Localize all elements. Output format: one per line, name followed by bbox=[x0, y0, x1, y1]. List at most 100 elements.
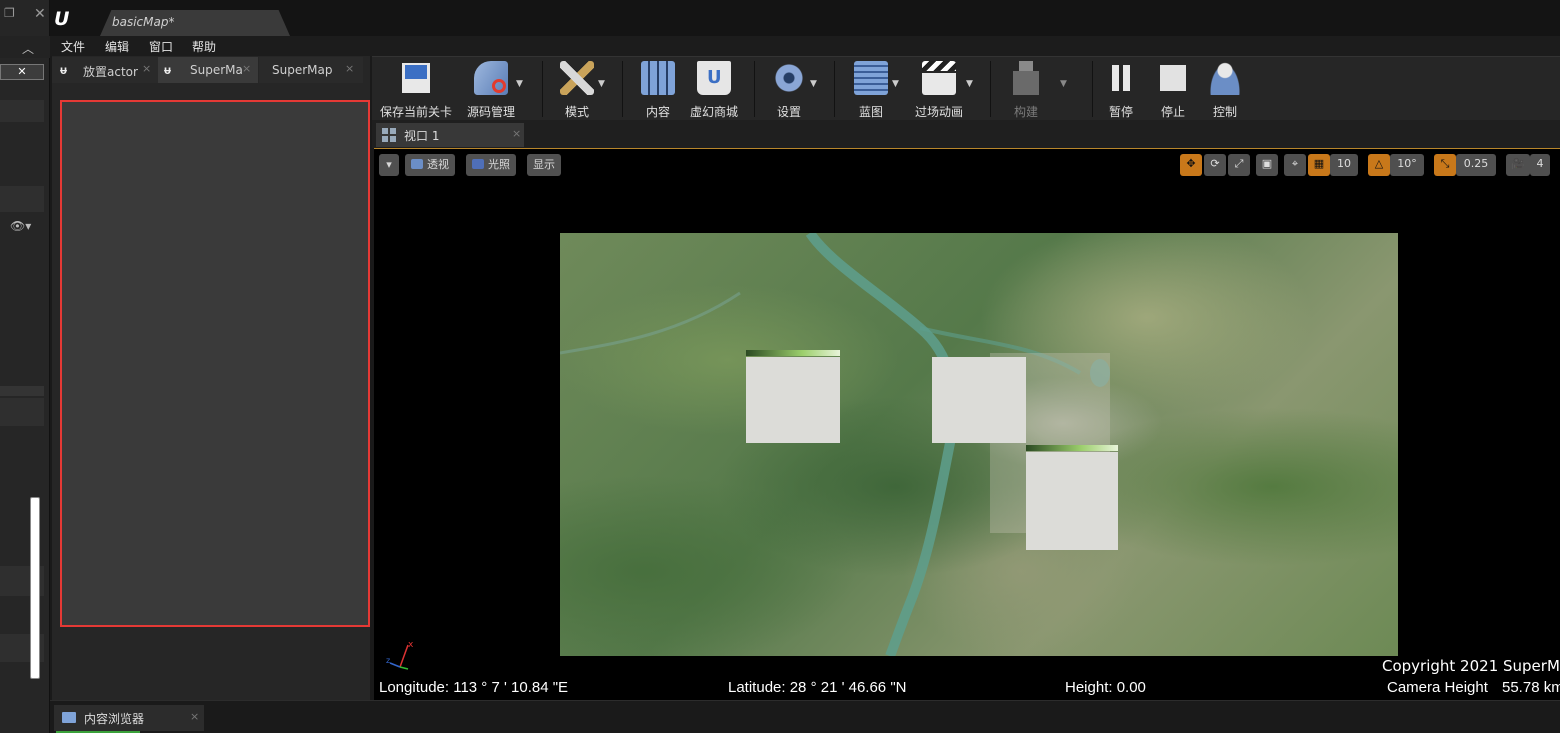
river-overlay bbox=[560, 233, 1110, 656]
toolbar-label: 设置 bbox=[776, 105, 801, 119]
strip-band bbox=[0, 186, 44, 212]
grid-snap-icon[interactable]: ▦ bbox=[1308, 154, 1330, 176]
scrollbar[interactable] bbox=[30, 497, 40, 679]
tab-viewport-1[interactable]: 视口 1 × bbox=[376, 123, 524, 147]
perspective-icon bbox=[411, 159, 423, 169]
possess-icon bbox=[1208, 61, 1242, 95]
place-actor-icon: ᵾ bbox=[60, 63, 67, 77]
toolbar-separator bbox=[622, 61, 623, 117]
title-bar: U basicMap* bbox=[50, 0, 1560, 36]
bottom-dock: 内容浏览器 × bbox=[50, 700, 1560, 733]
axis-x-label: x bbox=[408, 640, 414, 650]
tile-loading-strip bbox=[746, 350, 840, 356]
translate-mode-icon[interactable]: ✥ bbox=[1180, 154, 1202, 176]
tab-place-actor[interactable]: ᵾ 放置actor × bbox=[52, 57, 158, 83]
toolbar-separator bbox=[1092, 61, 1093, 117]
camera-height-label: Camera Height bbox=[1387, 679, 1488, 696]
camera-speed-icon[interactable]: 🎥 bbox=[1506, 154, 1530, 176]
pause-icon bbox=[1104, 61, 1138, 95]
viewport-grid-icon bbox=[382, 128, 396, 142]
toolbar-separator bbox=[990, 61, 991, 117]
lighting-button[interactable]: 光照 bbox=[466, 154, 516, 176]
camera-speed-value[interactable]: 4 bbox=[1530, 154, 1550, 176]
chevron-down-icon[interactable]: ▼ bbox=[1060, 79, 1067, 89]
menu-help[interactable]: 帮助 bbox=[192, 38, 216, 55]
content-icon bbox=[641, 61, 675, 95]
supermap-icon: ᵾ bbox=[164, 63, 171, 77]
show-button[interactable]: 显示 bbox=[527, 154, 561, 176]
modes-icon bbox=[560, 61, 594, 95]
chevron-down-icon[interactable]: ▼ bbox=[966, 79, 973, 89]
menu-edit[interactable]: 编辑 bbox=[105, 38, 129, 55]
tab-supermap[interactable]: SuperMap × bbox=[259, 57, 363, 83]
marketplace-button[interactable]: U 虚幻商城 bbox=[686, 61, 742, 119]
tab-close-icon[interactable]: × bbox=[190, 710, 199, 723]
tab-content-browser[interactable]: 内容浏览器 × bbox=[54, 705, 204, 731]
restore-icon[interactable]: ❐ bbox=[4, 6, 15, 20]
toolbar-label: 停止 bbox=[1160, 105, 1185, 119]
side-window-strip: ❐ ✕ ︿ ✕ 👁▾ bbox=[0, 0, 50, 733]
lighting-icon bbox=[472, 159, 484, 169]
source-control-button[interactable]: 源码管理 bbox=[458, 61, 524, 119]
toolbar-label: 虚幻商城 bbox=[689, 105, 738, 119]
satellite-map-tiles[interactable] bbox=[560, 233, 1398, 656]
chevron-down-icon[interactable]: ▼ bbox=[892, 79, 899, 89]
strip-band bbox=[0, 100, 44, 122]
scale-snap-value[interactable]: 0.25 bbox=[1456, 154, 1496, 176]
scale-mode-icon[interactable]: ⤢ bbox=[1228, 154, 1250, 176]
panel-content-area[interactable] bbox=[60, 100, 370, 627]
settings-button[interactable]: 设置 bbox=[764, 61, 814, 119]
build-button[interactable]: 构建 bbox=[1002, 61, 1050, 119]
stop-button[interactable]: 停止 bbox=[1152, 61, 1194, 119]
axis-z-label: z bbox=[386, 656, 390, 665]
chevron-down-icon[interactable]: ▼ bbox=[516, 79, 523, 89]
perspective-label: 透视 bbox=[427, 158, 449, 171]
close-icon[interactable]: ✕ bbox=[34, 6, 46, 22]
map-copyright: Copyright 2021 SuperMa bbox=[1382, 657, 1560, 675]
tab-close-icon[interactable]: × bbox=[242, 62, 251, 75]
strip-band bbox=[0, 386, 44, 396]
tab-supermap-active[interactable]: ᵾ SuperMa × bbox=[158, 57, 258, 83]
blueprints-button[interactable]: 蓝图 bbox=[844, 61, 898, 119]
perspective-button[interactable]: 透视 bbox=[405, 154, 455, 176]
tab-close-icon[interactable]: × bbox=[512, 127, 521, 140]
scale-snap-icon[interactable]: ⤡ bbox=[1434, 154, 1456, 176]
strip-band bbox=[0, 398, 44, 426]
toolbar-label: 模式 bbox=[564, 105, 589, 119]
menu-file[interactable]: 文件 bbox=[61, 38, 85, 55]
panel-lower-area bbox=[52, 629, 370, 700]
viewport-transform-controls: ✥ ⟳ ⤢ ▣ ⌖ ▦ 10 △ 10° ⤡ 0.25 🎥 4 bbox=[1180, 154, 1552, 176]
level-viewport[interactable]: ▾ 透视 光照 显示 ✥ ⟳ ⤢ ▣ ⌖ ▦ 10 △ 10° ⤡ 0.25 🎥… bbox=[374, 148, 1560, 700]
grid-snap-value[interactable]: 10 bbox=[1330, 154, 1358, 176]
content-button[interactable]: 内容 bbox=[632, 61, 684, 119]
lighting-label: 光照 bbox=[488, 158, 510, 171]
tab-close-icon[interactable]: × bbox=[345, 62, 354, 75]
eye-icon[interactable]: 👁▾ bbox=[10, 219, 31, 233]
pause-button[interactable]: 暂停 bbox=[1100, 61, 1142, 119]
toolbar-label: 构建 bbox=[1013, 105, 1038, 119]
show-label: 显示 bbox=[533, 158, 555, 171]
viewport-options-button[interactable]: ▾ bbox=[379, 154, 399, 176]
chevron-up-icon[interactable]: ︿ bbox=[22, 40, 34, 57]
save-button[interactable]: 保存当前关卡 bbox=[378, 61, 454, 119]
possess-button[interactable]: 控制 bbox=[1204, 61, 1246, 119]
source-control-icon bbox=[474, 61, 508, 95]
marketplace-icon: U bbox=[697, 61, 731, 95]
rotate-mode-icon[interactable]: ⟳ bbox=[1204, 154, 1226, 176]
cinematics-button[interactable]: 过场动画 bbox=[908, 61, 970, 119]
tab-label: SuperMa bbox=[190, 63, 243, 77]
chevron-down-icon[interactable]: ▼ bbox=[598, 79, 605, 89]
world-local-icon[interactable]: ▣ bbox=[1256, 154, 1278, 176]
chevron-down-icon[interactable]: ▼ bbox=[810, 79, 817, 89]
tab-close-icon[interactable]: × bbox=[142, 62, 151, 75]
modes-button[interactable]: 模式 bbox=[552, 61, 602, 119]
tab-label: 放置actor bbox=[83, 65, 138, 79]
content-browser-icon bbox=[62, 712, 76, 723]
level-tab[interactable]: basicMap* bbox=[100, 10, 290, 36]
tab-label: SuperMap bbox=[272, 63, 333, 77]
menu-window[interactable]: 窗口 bbox=[149, 38, 173, 55]
rotation-snap-value[interactable]: 10° bbox=[1390, 154, 1424, 176]
rotation-snap-icon[interactable]: △ bbox=[1368, 154, 1390, 176]
surface-snap-icon[interactable]: ⌖ bbox=[1284, 154, 1306, 176]
close-button[interactable]: ✕ bbox=[0, 64, 44, 80]
